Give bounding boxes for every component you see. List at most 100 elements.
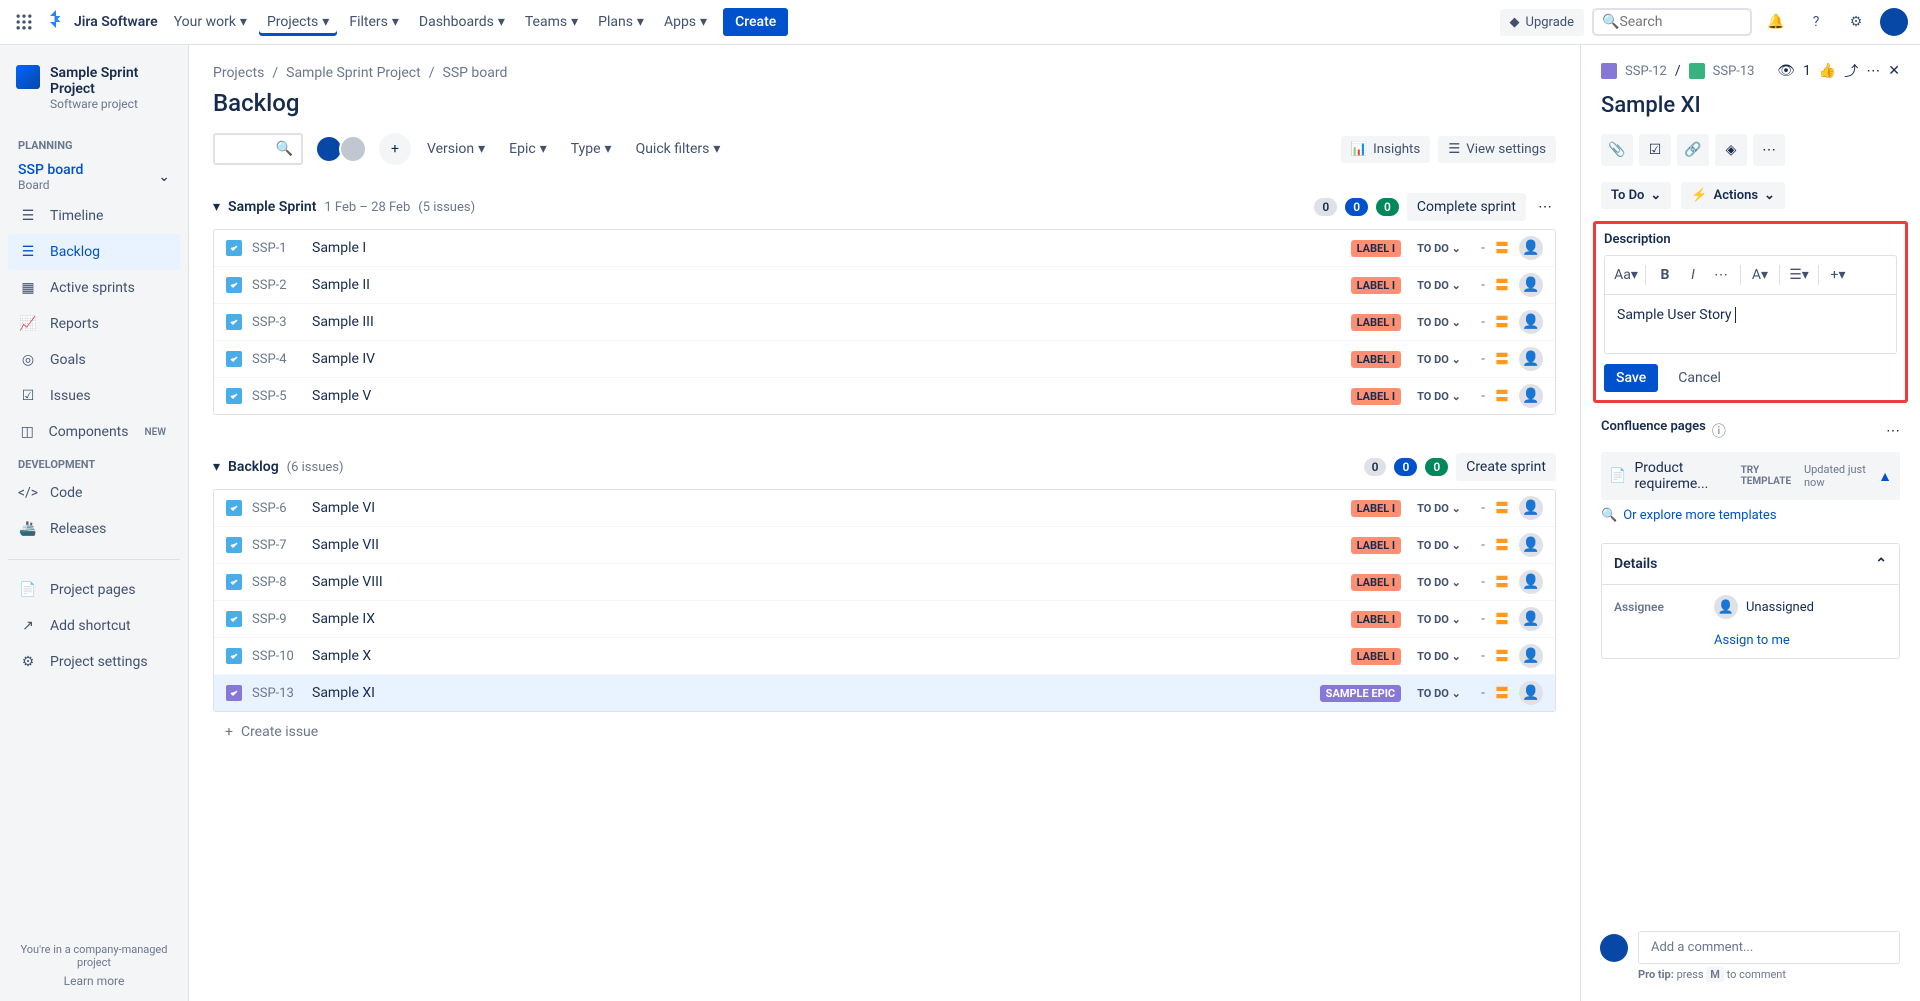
issue-row[interactable]: SSP-6 Sample VI LABEL I TO DO ⌄ - 〓 👤 <box>214 490 1555 527</box>
issue-label[interactable]: LABEL I <box>1351 277 1402 294</box>
issue-key[interactable]: SSP-1 <box>252 241 302 256</box>
more-formatting-button[interactable]: ⋯ <box>1708 262 1734 288</box>
list-button[interactable]: ☰▾ <box>1786 262 1812 288</box>
issue-key[interactable]: SSP-2 <box>252 278 302 293</box>
issue-row[interactable]: SSP-4 Sample IV LABEL I TO DO ⌄ - 〓 👤 <box>214 341 1555 378</box>
priority-icon[interactable]: 〓 <box>1495 646 1509 666</box>
like-icon[interactable]: 👍 <box>1819 63 1836 79</box>
cancel-button[interactable]: Cancel <box>1666 364 1733 392</box>
attach-button[interactable]: 📎 <box>1601 134 1633 166</box>
status-dropdown[interactable]: TO DO ⌄ <box>1411 500 1471 517</box>
estimate[interactable]: - <box>1481 685 1485 701</box>
status-dropdown[interactable]: TO DO ⌄ <box>1411 314 1471 331</box>
backlog-collapse-icon[interactable]: ▾ <box>213 459 220 475</box>
info-icon[interactable]: ⓘ <box>1712 421 1726 441</box>
assignee-avatar[interactable]: 👤 <box>1519 347 1543 371</box>
sidebar-reports[interactable]: 📈Reports <box>8 306 180 342</box>
sidebar-components[interactable]: ◫ComponentsNEW <box>8 414 180 450</box>
sidebar-code[interactable]: </>Code <box>8 475 180 511</box>
issue-row[interactable]: SSP-9 Sample IX LABEL I TO DO ⌄ - 〓 👤 <box>214 601 1555 638</box>
more-add-button[interactable]: ⋯ <box>1753 134 1785 166</box>
status-dropdown[interactable]: TO DO ⌄ <box>1411 685 1471 702</box>
link-button[interactable]: 🔗 <box>1677 134 1709 166</box>
backlog-search[interactable]: 🔍 <box>213 133 303 165</box>
more-actions-icon[interactable]: ⋯ <box>1866 63 1880 79</box>
sidebar-add-shortcut[interactable]: ↗Add shortcut <box>8 608 180 644</box>
issue-row[interactable]: SSP-13 Sample XI SAMPLE EPIC TO DO ⌄ - 〓… <box>214 675 1555 711</box>
sidebar-issues[interactable]: ☑Issues <box>8 378 180 414</box>
assignee-avatar[interactable]: 👤 <box>1519 607 1543 631</box>
sprint-more-icon[interactable]: ⋯ <box>1534 195 1556 219</box>
estimate[interactable]: - <box>1481 240 1485 256</box>
save-button[interactable]: Save <box>1604 364 1658 392</box>
nav-dashboards[interactable]: Dashboards ▾ <box>411 8 513 36</box>
insert-button[interactable]: +▾ <box>1825 262 1851 288</box>
status-dropdown[interactable]: TO DO ⌄ <box>1411 240 1471 257</box>
issue-key[interactable]: SSP-13 <box>252 686 302 701</box>
sidebar-backlog[interactable]: ☰Backlog <box>8 234 180 270</box>
issue-label[interactable]: LABEL I <box>1351 314 1402 331</box>
insights-button[interactable]: 📊Insights <box>1341 136 1431 163</box>
issue-label[interactable]: LABEL I <box>1351 351 1402 368</box>
status-dropdown[interactable]: TO DO ⌄ <box>1411 574 1471 591</box>
issue-key[interactable]: SSP-5 <box>252 389 302 404</box>
issue-label[interactable]: LABEL I <box>1351 574 1402 591</box>
issue-key[interactable]: SSP-13 <box>1713 64 1755 79</box>
user-avatar[interactable] <box>1880 8 1908 36</box>
complete-sprint-button[interactable]: Complete sprint <box>1407 193 1526 221</box>
estimate[interactable]: - <box>1481 611 1485 627</box>
assignee-avatar[interactable]: 👤 <box>1519 681 1543 705</box>
assignee-avatar[interactable]: 👤 <box>1519 273 1543 297</box>
issue-row[interactable]: SSP-8 Sample VIII LABEL I TO DO ⌄ - 〓 👤 <box>214 564 1555 601</box>
status-dropdown[interactable]: TO DO ⌄ <box>1411 611 1471 628</box>
priority-icon[interactable]: 〓 <box>1495 349 1509 369</box>
assignee-avatar[interactable]: 👤 <box>1519 533 1543 557</box>
confluence-template-item[interactable]: 📄 Product requireme... TRY TEMPLATE Upda… <box>1601 452 1900 500</box>
notifications-icon[interactable]: 🔔 <box>1760 6 1792 38</box>
priority-icon[interactable]: 〓 <box>1495 683 1509 703</box>
detail-title[interactable]: Sample XI <box>1601 93 1900 118</box>
issue-key[interactable]: SSP-9 <box>252 612 302 627</box>
app-switcher-icon[interactable] <box>12 10 36 34</box>
issue-label[interactable]: LABEL I <box>1351 648 1402 665</box>
issue-row[interactable]: SSP-1 Sample I LABEL I TO DO ⌄ - 〓 👤 <box>214 230 1555 267</box>
filter-epic[interactable]: Epic ▾ <box>501 135 555 163</box>
text-color-button[interactable]: A▾ <box>1747 262 1773 288</box>
status-dropdown[interactable]: TO DO ⌄ <box>1411 537 1471 554</box>
estimate[interactable]: - <box>1481 537 1485 553</box>
user-avatar-2[interactable] <box>339 135 367 163</box>
filter-type[interactable]: Type ▾ <box>563 135 620 163</box>
estimate[interactable]: - <box>1481 648 1485 664</box>
issue-row[interactable]: SSP-2 Sample II LABEL I TO DO ⌄ - 〓 👤 <box>214 267 1555 304</box>
assignee-avatar[interactable]: 👤 <box>1519 644 1543 668</box>
status-dropdown[interactable]: TO DO ⌄ <box>1411 351 1471 368</box>
issue-label[interactable]: LABEL I <box>1351 611 1402 628</box>
issue-label[interactable]: LABEL I <box>1351 500 1402 517</box>
sidebar-active-sprints[interactable]: ▦Active sprints <box>8 270 180 306</box>
priority-icon[interactable]: 〓 <box>1495 609 1509 629</box>
filter-quick[interactable]: Quick filters ▾ <box>628 135 729 163</box>
estimate[interactable]: - <box>1481 574 1485 590</box>
sidebar-project-pages[interactable]: 📄Project pages <box>8 572 180 608</box>
priority-icon[interactable]: 〓 <box>1495 238 1509 258</box>
issue-row[interactable]: SSP-5 Sample V LABEL I TO DO ⌄ - 〓 👤 <box>214 378 1555 414</box>
nav-filters[interactable]: Filters ▾ <box>341 8 407 36</box>
priority-icon[interactable]: 〓 <box>1495 386 1509 406</box>
filter-version[interactable]: Version ▾ <box>419 135 493 163</box>
learn-more-link[interactable]: Learn more <box>64 974 125 988</box>
status-dropdown[interactable]: TO DO ⌄ <box>1411 388 1471 405</box>
nav-projects[interactable]: Projects ▾ <box>259 8 337 36</box>
nav-plans[interactable]: Plans ▾ <box>590 8 652 36</box>
explore-templates-link[interactable]: 🔍 Or explore more templates <box>1601 508 1900 523</box>
estimate[interactable]: - <box>1481 388 1485 404</box>
assign-to-me-link[interactable]: Assign to me <box>1602 629 1899 658</box>
close-icon[interactable]: ✕ <box>1888 63 1900 79</box>
nav-teams[interactable]: Teams ▾ <box>517 8 586 36</box>
issue-label[interactable]: LABEL I <box>1351 388 1402 405</box>
assignee-avatar[interactable]: 👤 <box>1519 236 1543 260</box>
description-editor[interactable]: Sample User Story <box>1604 294 1897 354</box>
sidebar-releases[interactable]: 🚢Releases <box>8 511 180 547</box>
status-dropdown[interactable]: TO DO ⌄ <box>1411 648 1471 665</box>
sidebar-goals[interactable]: ◎Goals <box>8 342 180 378</box>
issue-row[interactable]: SSP-10 Sample X LABEL I TO DO ⌄ - 〓 👤 <box>214 638 1555 675</box>
